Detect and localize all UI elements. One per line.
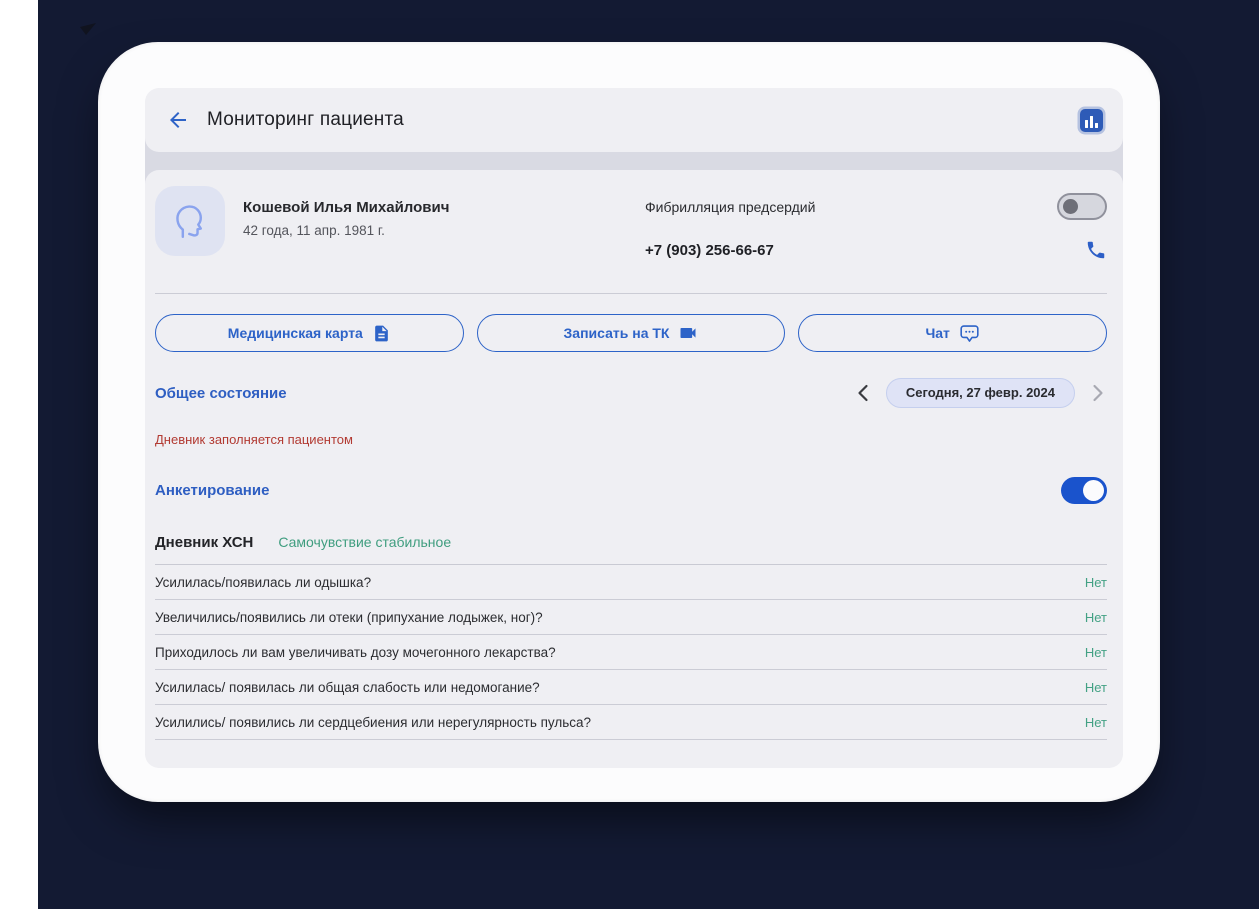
chevron-left-icon bbox=[858, 384, 868, 402]
survey-toggle[interactable] bbox=[1061, 477, 1107, 504]
medical-record-button[interactable]: Медицинская карта bbox=[155, 314, 464, 352]
question-answer: Нет bbox=[1084, 714, 1107, 730]
header-gap bbox=[145, 152, 1123, 170]
question-answer: Нет bbox=[1084, 609, 1107, 625]
head-profile-icon bbox=[176, 205, 203, 239]
date-selector: Сегодня, 27 февр. 2024 bbox=[854, 378, 1107, 408]
back-button[interactable] bbox=[165, 107, 191, 133]
document-icon bbox=[375, 325, 388, 341]
phone-icon bbox=[1087, 241, 1105, 259]
patient-age-birthdate: 42 года, 11 апр. 1981 г. bbox=[243, 223, 385, 238]
telehealth-label: Записать на ТК bbox=[563, 325, 670, 341]
content-card: Кошевой Илья Михайлович 42 года, 11 апр.… bbox=[145, 170, 1123, 768]
arrow-left-icon bbox=[170, 112, 186, 128]
question-text: Усилилась/ появилась ли общая слабость и… bbox=[155, 679, 540, 695]
general-state-row: Общее состояние Сегодня, 27 февр. 2024 bbox=[155, 378, 1107, 408]
question-answer: Нет bbox=[1084, 574, 1107, 590]
diary-title: Дневник ХСН bbox=[155, 534, 254, 551]
patient-avatar bbox=[155, 186, 225, 256]
mouse-cursor-icon bbox=[80, 23, 96, 35]
survey-row: Анкетирование bbox=[155, 477, 1107, 504]
video-camera-icon bbox=[680, 328, 696, 338]
patient-phone: +7 (903) 256-66-67 bbox=[645, 241, 774, 259]
chevron-right-icon bbox=[1093, 384, 1103, 402]
diary-question-row: Приходилось ли вам увеличивать дозу моче… bbox=[155, 635, 1107, 670]
patient-contacts: Фибрилляция предсердий +7 (903) 256-66-6… bbox=[645, 186, 1107, 261]
diary-question-row: Усилилась/появилась ли одышка? Нет bbox=[155, 565, 1107, 600]
diary-question-row: Увеличились/появились ли отеки (припухан… bbox=[155, 600, 1107, 635]
chat-button[interactable]: Чат bbox=[798, 314, 1108, 352]
question-answer: Нет bbox=[1084, 644, 1107, 660]
question-text: Увеличились/появились ли отеки (припухан… bbox=[155, 609, 543, 625]
question-answer: Нет bbox=[1084, 679, 1107, 695]
patient-divider bbox=[155, 293, 1107, 294]
diagnosis-row: Фибрилляция предсердий bbox=[645, 193, 1107, 220]
call-button[interactable] bbox=[1085, 239, 1107, 261]
medical-record-label: Медицинская карта bbox=[227, 325, 363, 341]
chat-bubble-icon bbox=[960, 324, 979, 342]
bar-chart-icon bbox=[1085, 119, 1088, 128]
current-date-pill[interactable]: Сегодня, 27 февр. 2024 bbox=[885, 378, 1075, 408]
patient-name: Кошевой Илья Михайлович bbox=[243, 199, 450, 216]
diary-status: Самочувствие стабильное bbox=[278, 534, 452, 550]
patient-info: Кошевой Илья Михайлович 42 года, 11 апр.… bbox=[243, 186, 449, 261]
page-title: Мониторинг пациента bbox=[207, 109, 404, 130]
diagnosis-toggle[interactable] bbox=[1057, 193, 1107, 220]
survey-title: Анкетирование bbox=[155, 482, 270, 499]
telehealth-appointment-button[interactable]: Записать на ТК bbox=[476, 314, 786, 352]
diary-question-row: Усилилась/ появилась ли общая слабость и… bbox=[155, 670, 1107, 705]
diary-question-row: Усилились/ появились ли сердцебиения или… bbox=[155, 705, 1107, 740]
statistics-button[interactable] bbox=[1080, 108, 1103, 132]
next-day-button[interactable] bbox=[1090, 382, 1107, 404]
app-header: Мониторинг пациента bbox=[145, 88, 1123, 152]
question-text: Усилилась/появилась ли одышка? bbox=[155, 574, 372, 590]
question-text: Усилились/ появились ли сердцебиения или… bbox=[155, 714, 592, 730]
diary-filled-by-patient-note: Дневник заполняется пациентом bbox=[155, 432, 353, 447]
general-state-title: Общее состояние bbox=[155, 384, 287, 402]
previous-day-button[interactable] bbox=[854, 382, 871, 404]
diary-header: Дневник ХСН Самочувствие стабильное bbox=[155, 534, 1107, 565]
diagnosis-label: Фибрилляция предсердий bbox=[645, 198, 816, 215]
phone-row: +7 (903) 256-66-67 bbox=[645, 239, 1107, 261]
question-text: Приходилось ли вам увеличивать дозу моче… bbox=[155, 644, 556, 660]
action-buttons: Медицинская карта Записать на ТК Чат bbox=[155, 314, 1108, 352]
app-screen: Мониторинг пациента Кошевой Илья Михайло… bbox=[145, 88, 1123, 768]
tablet-frame: Мониторинг пациента Кошевой Илья Михайло… bbox=[98, 42, 1160, 802]
patient-summary: Кошевой Илья Михайлович 42 года, 11 апр.… bbox=[155, 186, 1107, 261]
chat-label: Чат bbox=[925, 325, 950, 341]
